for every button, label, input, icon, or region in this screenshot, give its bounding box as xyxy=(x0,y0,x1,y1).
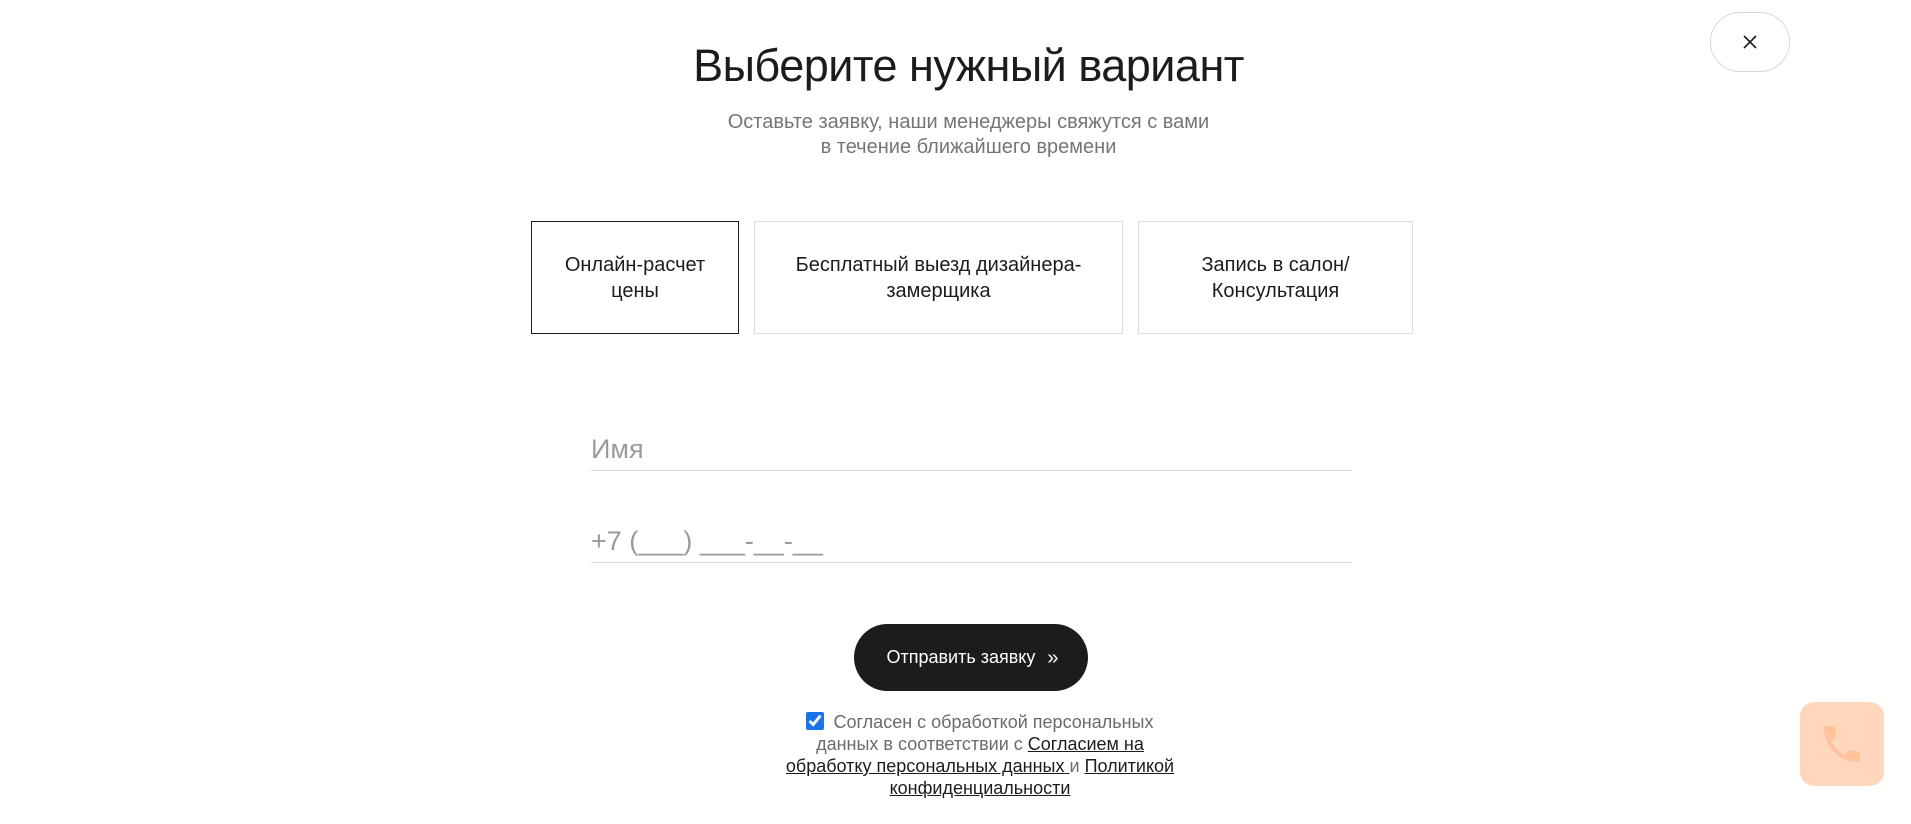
subtitle-line-1: Оставьте заявку, наши менеджеры свяжутся… xyxy=(727,111,1210,133)
name-input[interactable] xyxy=(591,415,1352,470)
phone-input[interactable] xyxy=(591,507,1352,562)
consent-conjunction: и xyxy=(1069,756,1085,776)
consent-checkbox[interactable] xyxy=(806,712,825,730)
double-chevron-right-icon: » xyxy=(1047,646,1058,669)
request-modal: Выберите нужный вариант Оставьте заявку,… xyxy=(0,0,1911,824)
submit-request-button[interactable]: Отправить заявку » xyxy=(854,624,1088,691)
tab-label-line-2: цены xyxy=(611,279,659,302)
tab-label-line-1: Запись в салон/ xyxy=(1201,253,1350,276)
consent-block: Согласен с обработкой персональных данны… xyxy=(780,711,1180,799)
tab-label-line-2: Консультация xyxy=(1211,279,1340,302)
tab-label-line-1: Онлайн-расчет xyxy=(564,253,706,276)
tab-free-designer-visit[interactable]: Бесплатный выезд дизайнера- замерщика xyxy=(754,221,1123,334)
tab-online-calculation[interactable]: Онлайн-расчет цены xyxy=(531,221,739,334)
modal-title: Выберите нужный вариант xyxy=(693,40,1244,91)
phone-field-wrapper xyxy=(591,507,1352,563)
tab-label-line-1: Бесплатный выезд дизайнера- xyxy=(795,253,1082,276)
modal-subtitle: Оставьте заявку, наши менеджеры свяжутся… xyxy=(0,110,1911,160)
submit-button-label: Отправить заявку xyxy=(886,647,1036,667)
tab-label-line-2: замерщика xyxy=(886,279,991,302)
tab-salon-consultation[interactable]: Запись в салон/ Консультация xyxy=(1138,221,1413,334)
name-field-wrapper xyxy=(591,415,1352,471)
phone-icon xyxy=(1824,726,1860,762)
callback-widget-button[interactable] xyxy=(1800,702,1884,786)
subtitle-line-2: в течение ближайшего времени xyxy=(820,136,1117,158)
option-tabs: Онлайн-расчет цены Бесплатный выезд диза… xyxy=(0,221,1911,334)
